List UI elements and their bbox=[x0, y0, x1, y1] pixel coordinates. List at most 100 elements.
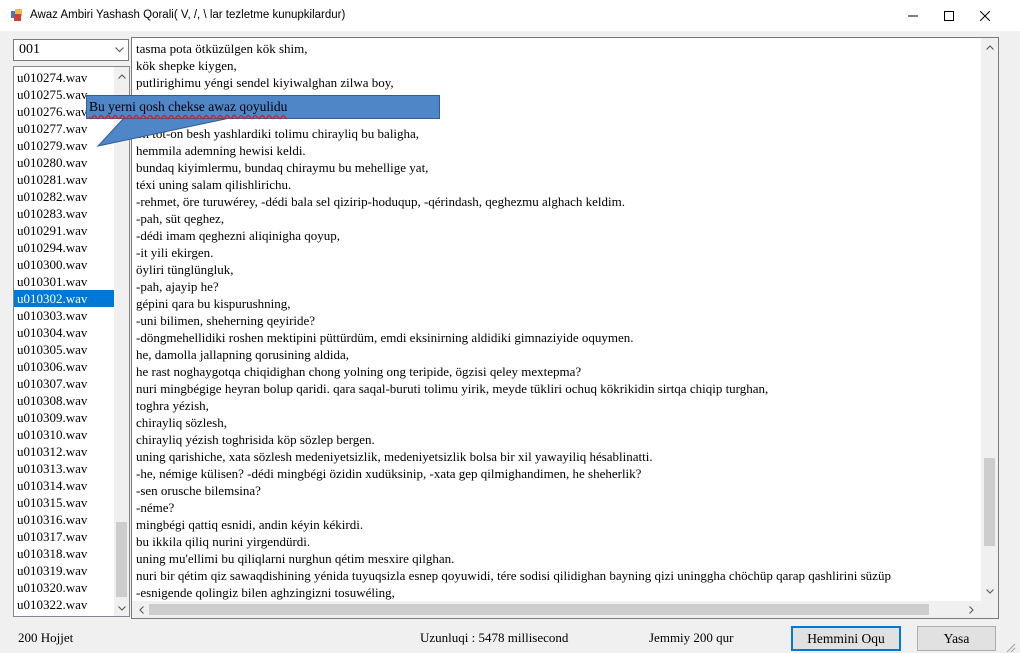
file-list-item[interactable]: u010317.wav bbox=[14, 528, 115, 545]
status-bar: 200 Hojjet Uzunluqi : 5478 millisecond J… bbox=[0, 623, 1020, 653]
build-button[interactable]: Yasa bbox=[917, 626, 996, 651]
text-line: -döngmehellidiki roshen mektipini püttür… bbox=[136, 330, 634, 345]
hint-tooltip: Bu yerni qosh chekse awaz qoyulidu bbox=[86, 95, 440, 119]
scroll-down-icon[interactable] bbox=[114, 601, 129, 616]
text-line: he, damolla jallapning qorusining aldida… bbox=[136, 347, 350, 362]
duration-label: Uzunluqi : 5478 millisecond bbox=[420, 630, 569, 645]
text-line: bu ikkila qiliq nurini yirgendürdi. bbox=[136, 534, 311, 549]
text-editor-horizontal-scrollbar[interactable] bbox=[132, 601, 981, 618]
file-list-item[interactable]: u010281.wav bbox=[14, 171, 115, 188]
text-line: chirayliq sözlesh, bbox=[136, 415, 227, 430]
close-button[interactable] bbox=[968, 0, 1002, 31]
text-line: -pah, süt qeghez, bbox=[136, 211, 225, 226]
text-line: mingbégi qattiq esnidi, andin kéyin kéki… bbox=[136, 517, 364, 532]
text-line: -it yili ekirgen. bbox=[136, 245, 214, 260]
text-line: hemmila ademning hewisi keldi. bbox=[136, 143, 306, 158]
text-line: -dédi imam qeghezni aliqinigha qoyup, bbox=[136, 228, 340, 243]
file-list-item[interactable]: u010322.wav bbox=[14, 596, 115, 613]
scrollbar-corner bbox=[981, 601, 998, 618]
minimize-button[interactable] bbox=[896, 0, 930, 31]
text-line: -he, némige külisen? -dédi mingbégi özid… bbox=[136, 466, 642, 481]
scroll-down-icon[interactable] bbox=[982, 584, 997, 599]
text-line: -pah, ajayip he? bbox=[136, 279, 219, 294]
text-line: he rast noghaygotqa chiqidighan chong yo… bbox=[136, 364, 582, 379]
scroll-up-icon[interactable] bbox=[982, 40, 997, 55]
file-list-item[interactable]: u010310.wav bbox=[14, 426, 115, 443]
file-list-item[interactable]: u010307.wav bbox=[14, 375, 115, 392]
file-list-item[interactable]: u010315.wav bbox=[14, 494, 115, 511]
file-list[interactable]: u010274.wav u010275.wav u010276.wav u010277… bbox=[13, 66, 130, 617]
group-select-value: 001 bbox=[19, 42, 40, 57]
hint-tooltip-text: Bu yerni qosh chekse awaz qoyulidu bbox=[89, 99, 288, 114]
file-list-item[interactable]: u010291.wav bbox=[14, 222, 115, 239]
text-editor[interactable]: tasma pota ötküzülgen kök shim, kök shepk… bbox=[131, 37, 999, 619]
file-list-item[interactable]: u010308.wav bbox=[14, 392, 115, 409]
resize-grip-icon[interactable] bbox=[1004, 641, 1016, 653]
scroll-up-icon[interactable] bbox=[114, 69, 129, 84]
file-list-item[interactable]: u010306.wav bbox=[14, 358, 115, 375]
text-editor-content: tasma pota ötküzülgen kök shim, kök shepk… bbox=[136, 40, 976, 601]
file-list-item[interactable]: u010277.wav bbox=[14, 120, 115, 137]
text-editor-vertical-scrollbar[interactable] bbox=[981, 38, 998, 601]
text-line: gépini qara bu kispurushning, bbox=[136, 296, 291, 311]
scroll-left-icon[interactable] bbox=[134, 602, 149, 617]
app-icon bbox=[11, 9, 22, 21]
file-list-item[interactable]: u010294.wav bbox=[14, 239, 115, 256]
file-list-item[interactable]: u010309.wav bbox=[14, 409, 115, 426]
text-line: uning mu'ellimi bu qiliqlarni nurghun qé… bbox=[136, 551, 455, 566]
text-line: nuri bir qétim qiz sawaqdishining yénida… bbox=[136, 568, 891, 583]
text-line: uning qarishiche, xata sözlesh medeniyet… bbox=[136, 449, 653, 464]
maximize-icon bbox=[944, 10, 954, 21]
text-line: -néme? bbox=[136, 500, 175, 515]
text-line: téxi uning salam qilishlirichu. bbox=[136, 177, 292, 192]
text-line: -esnigende qolingiz bilen aghzingizni to… bbox=[136, 585, 395, 600]
text-line: nuri mingbégige heyran bolup qaridi. qar… bbox=[136, 381, 769, 396]
text-line: bundaq kiyimlermu, bundaq chiraymu bu me… bbox=[136, 160, 429, 175]
text-line: öyliri tünglüngluk, bbox=[136, 262, 234, 277]
text-line: tasma pota ötküzülgen kök shim, bbox=[136, 41, 308, 56]
file-list-item[interactable]: u010316.wav bbox=[14, 511, 115, 528]
file-list-item[interactable]: u010320.wav bbox=[14, 579, 115, 596]
file-list-item[interactable]: u010282.wav bbox=[14, 188, 115, 205]
file-list-item[interactable]: u010300.wav bbox=[14, 256, 115, 273]
file-list-item[interactable]: u010274.wav bbox=[14, 69, 115, 86]
file-list-item[interactable]: u010313.wav bbox=[14, 460, 115, 477]
text-line: chirayliq yézish toghrisida köp sözlep b… bbox=[136, 432, 375, 447]
file-list-scrollbar[interactable] bbox=[114, 67, 129, 616]
text-line: putlirighimu yéngi sendel kiyiwalghan zi… bbox=[136, 75, 394, 90]
file-list-item[interactable]: u010318.wav bbox=[14, 545, 115, 562]
total-lines-label: Jemmiy 200 qur bbox=[649, 630, 734, 645]
window-title: Awaz Ambiri Yashash Qorali( V, /, \ lar … bbox=[30, 9, 346, 21]
file-list-item[interactable]: u010314.wav bbox=[14, 477, 115, 494]
text-editor-horizontal-thumb[interactable] bbox=[149, 604, 929, 615]
group-select[interactable]: 001 bbox=[13, 39, 129, 61]
file-list-item-selected[interactable]: u010302.wav bbox=[14, 290, 115, 307]
text-line: -sen orusche bilemsina? bbox=[136, 483, 261, 498]
file-list-scroll-thumb[interactable] bbox=[116, 522, 127, 597]
text-line: kök shepke kiygen, bbox=[136, 58, 237, 73]
text-line: -rehmet, öre turuwérey, -dédi bala sel q… bbox=[136, 194, 626, 209]
close-icon bbox=[980, 10, 990, 21]
text-line: -uni bilimen, sheherning qeyiride? bbox=[136, 313, 316, 328]
file-count-label: 200 Hojjet bbox=[18, 630, 74, 645]
minimize-icon bbox=[908, 15, 918, 16]
file-list-item[interactable]: u010301.wav bbox=[14, 273, 115, 290]
chevron-down-icon[interactable] bbox=[112, 43, 126, 57]
text-editor-vertical-thumb[interactable] bbox=[984, 458, 995, 546]
scroll-right-icon[interactable] bbox=[964, 602, 979, 617]
file-list-item[interactable]: u010279.wav bbox=[14, 137, 115, 154]
file-list-item[interactable]: u010304.wav bbox=[14, 324, 115, 341]
file-list-item[interactable]: u010305.wav bbox=[14, 341, 115, 358]
text-line: on töt-on besh yashlardiki tolimu chiray… bbox=[136, 126, 420, 141]
main-window: Awaz Ambiri Yashash Qorali( V, /, \ lar … bbox=[0, 0, 1020, 653]
file-list-item[interactable]: u010319.wav bbox=[14, 562, 115, 579]
read-all-button[interactable]: Hemmini Oqu bbox=[791, 626, 901, 651]
file-list-item[interactable]: u010280.wav bbox=[14, 154, 115, 171]
title-bar: Awaz Ambiri Yashash Qorali( V, /, \ lar … bbox=[0, 0, 1020, 31]
file-list-item[interactable]: u010303.wav bbox=[14, 307, 115, 324]
file-list-items: u010274.wav u010275.wav u010276.wav u010277… bbox=[14, 69, 115, 613]
text-line: toghra yézish, bbox=[136, 398, 209, 413]
file-list-item[interactable]: u010283.wav bbox=[14, 205, 115, 222]
file-list-item[interactable]: u010312.wav bbox=[14, 443, 115, 460]
maximize-button[interactable] bbox=[932, 0, 966, 31]
